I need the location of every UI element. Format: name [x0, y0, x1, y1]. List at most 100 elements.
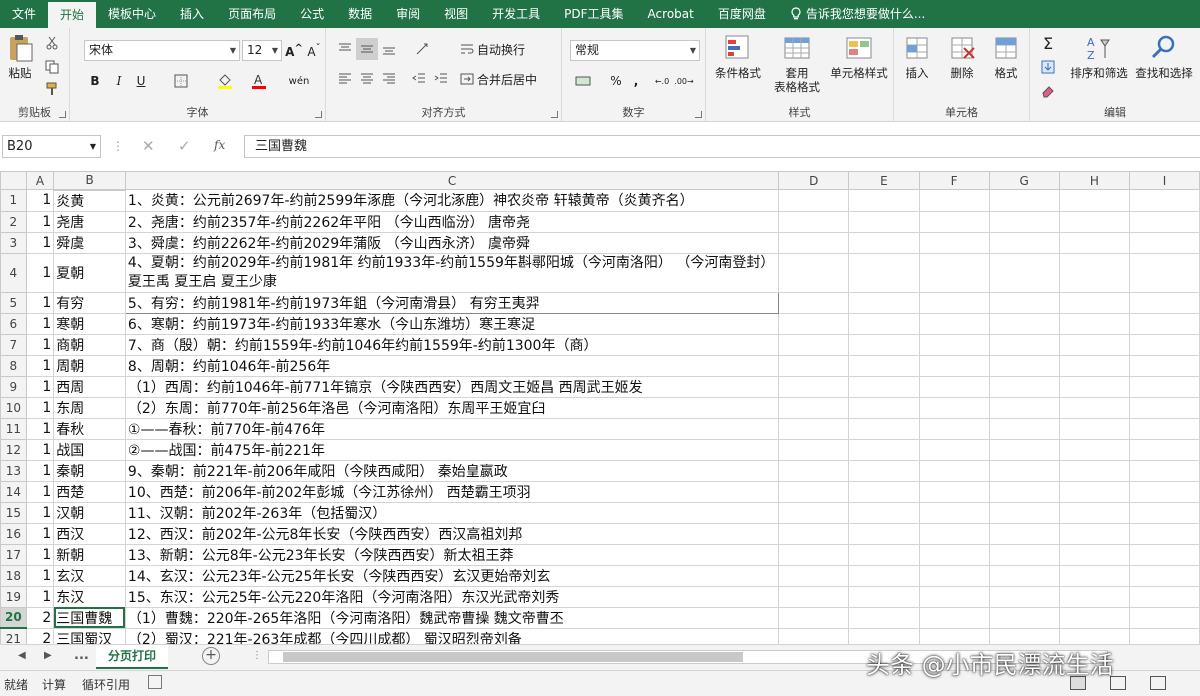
empty-cell[interactable] [1058, 312, 1130, 335]
empty-cell[interactable] [1058, 252, 1130, 293]
chevron-down-icon[interactable]: ▼ [90, 136, 96, 157]
number-format-dropdown[interactable]: 常规 ▼ [570, 40, 700, 61]
empty-cell[interactable] [1128, 522, 1200, 545]
cell-a[interactable]: 1 [25, 501, 55, 524]
empty-cell[interactable] [1128, 438, 1200, 461]
decrease-font-size-button[interactable]: Aˇ [304, 40, 324, 62]
empty-cell[interactable] [778, 543, 850, 566]
empty-cell[interactable] [848, 501, 920, 524]
insert-function-button[interactable]: fx [214, 138, 225, 152]
conditional-formatting-button[interactable]: 条件格式 [708, 32, 768, 80]
empty-cell[interactable] [1058, 627, 1130, 644]
tab-pdf-tools[interactable]: PDF工具集 [552, 0, 635, 28]
column-header-c[interactable]: C [124, 171, 780, 190]
empty-cell[interactable] [848, 375, 920, 398]
percent-button[interactable]: % [606, 70, 626, 92]
empty-cell[interactable] [1058, 210, 1130, 233]
tab-acrobat[interactable]: Acrobat [636, 0, 706, 28]
cell-a[interactable]: 1 [25, 522, 55, 545]
cell-b[interactable]: 三国曹魏 [53, 606, 126, 629]
empty-cell[interactable] [778, 522, 850, 545]
cell-b[interactable]: 三国蜀汉 [53, 627, 126, 644]
cell-styles-button[interactable]: 单元格样式 [824, 32, 894, 80]
empty-cell[interactable] [988, 501, 1060, 524]
cell-c[interactable]: 8、周朝：约前1046年-前256年 [124, 354, 780, 377]
find-select-button[interactable]: 查找和选择 [1132, 32, 1196, 80]
cell-a[interactable]: 1 [25, 231, 55, 254]
empty-cell[interactable] [988, 606, 1060, 629]
empty-cell[interactable] [778, 564, 850, 587]
enter-icon[interactable]: ✓ [178, 137, 191, 155]
empty-cell[interactable] [918, 627, 990, 644]
align-right-button[interactable] [378, 68, 400, 90]
cell-a[interactable]: 1 [25, 210, 55, 233]
align-middle-button[interactable] [356, 38, 378, 60]
cell-b[interactable]: 春秋 [53, 417, 126, 440]
empty-cell[interactable] [848, 189, 920, 212]
row-header[interactable]: 14 [0, 480, 27, 503]
empty-cell[interactable] [918, 459, 990, 482]
empty-cell[interactable] [1128, 333, 1200, 356]
row-header[interactable]: 18 [0, 564, 27, 587]
empty-cell[interactable] [988, 522, 1060, 545]
row-header[interactable]: 10 [0, 396, 27, 419]
cell-c[interactable]: （1）西周：约前1046年-前771年镐京（今陕西西安）西周文王姬昌 西周武王姬… [124, 375, 780, 398]
status-calculate[interactable]: 计算 [42, 676, 66, 693]
empty-cell[interactable] [848, 354, 920, 377]
cell-a[interactable]: 1 [25, 312, 55, 335]
empty-cell[interactable] [1058, 459, 1130, 482]
format-as-table-button[interactable]: 套用 表格格式 [768, 32, 826, 94]
cell-b[interactable]: 商朝 [53, 333, 126, 356]
decrease-indent-button[interactable] [408, 68, 430, 90]
cell-a[interactable]: 1 [25, 438, 55, 461]
row-header[interactable]: 5 [0, 291, 27, 314]
empty-cell[interactable] [1058, 501, 1130, 524]
cell-b[interactable]: 夏朝 [53, 252, 126, 293]
paste-button[interactable]: 粘贴 [0, 32, 40, 80]
empty-cell[interactable] [778, 459, 850, 482]
align-left-button[interactable] [334, 68, 356, 90]
cell-c[interactable]: 14、玄汉：公元23年-公元25年长安（今陕西西安）玄汉更始帝刘玄 [124, 564, 780, 587]
cell-a[interactable]: 1 [25, 333, 55, 356]
empty-cell[interactable] [988, 480, 1060, 503]
format-painter-button[interactable] [42, 78, 62, 100]
cell-c[interactable]: 2、尧唐：约前2357年-约前2262年平阳 （今山西临汾） 唐帝尧 [124, 210, 780, 233]
empty-cell[interactable] [848, 210, 920, 233]
empty-cell[interactable] [1128, 231, 1200, 254]
formula-input[interactable]: 三国曹魏 [244, 135, 1200, 158]
bold-button[interactable]: B [84, 70, 106, 92]
cell-b[interactable]: 寒朝 [53, 312, 126, 335]
copy-button[interactable] [42, 56, 62, 78]
cell-b[interactable]: 汉朝 [53, 501, 126, 524]
cell-b[interactable]: 尧唐 [53, 210, 126, 233]
empty-cell[interactable] [778, 627, 850, 644]
empty-cell[interactable] [1128, 606, 1200, 629]
empty-cell[interactable] [918, 396, 990, 419]
column-header-i[interactable]: I [1128, 171, 1200, 190]
tab-baidu-netdisk[interactable]: 百度网盘 [706, 0, 778, 28]
empty-cell[interactable] [848, 585, 920, 608]
column-header-e[interactable]: E [848, 171, 920, 190]
align-center-button[interactable] [356, 68, 378, 90]
cell-c[interactable]: 3、舜虞：约前2262年-约前2029年蒲阪 （今山西永济） 虞帝舜 [124, 231, 780, 254]
tab-data[interactable]: 数据 [336, 0, 384, 28]
cell-b[interactable]: 有穷 [53, 291, 126, 314]
empty-cell[interactable] [778, 210, 850, 233]
cell-c[interactable]: （2）东周：前770年-前256年洛邑（今河南洛阳）东周平王姬宜臼 [124, 396, 780, 419]
cell-c[interactable]: 10、西楚：前206年-前202年彭城（今江苏徐州） 西楚霸王项羽 [124, 480, 780, 503]
empty-cell[interactable] [918, 375, 990, 398]
decrease-decimal-button[interactable]: .00→ [674, 70, 694, 92]
empty-cell[interactable] [918, 564, 990, 587]
tab-view[interactable]: 视图 [432, 0, 480, 28]
cancel-icon[interactable]: ✕ [142, 137, 155, 155]
empty-cell[interactable] [848, 291, 920, 314]
row-header[interactable]: 2 [0, 210, 27, 233]
empty-cell[interactable] [848, 312, 920, 335]
cell-c[interactable]: （1）曹魏：220年-265年洛阳（今河南洛阳）魏武帝曹操 魏文帝曹丕 [124, 606, 780, 629]
wrap-text-button[interactable]: 自动换行 [460, 38, 556, 60]
cell-a[interactable]: 1 [25, 480, 55, 503]
empty-cell[interactable] [918, 522, 990, 545]
empty-cell[interactable] [988, 354, 1060, 377]
empty-cell[interactable] [778, 417, 850, 440]
cell-c[interactable]: 13、新朝：公元8年-公元23年长安（今陕西西安）新太祖王莽 [124, 543, 780, 566]
